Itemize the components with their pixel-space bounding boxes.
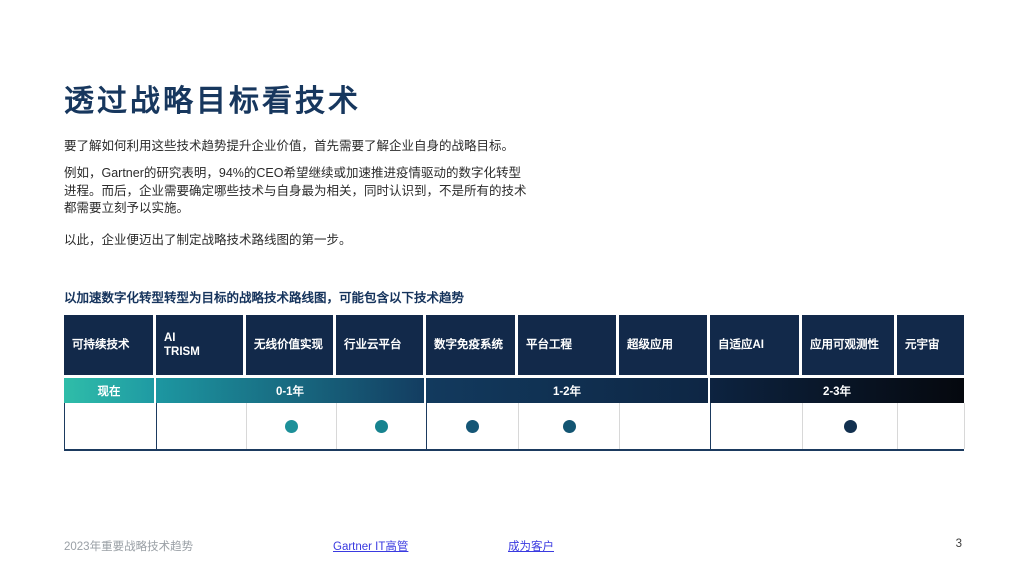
roadmap-column-label: 平台工程 [526,338,572,352]
page-number: 3 [956,538,962,550]
timeline-segment: 2-3年 [710,378,964,403]
intro-paragraph-3: 以此，企业便迈出了制定战略技术路线图的第一步。 [64,232,532,250]
roadmap-column-header: 自适应AI [710,315,802,375]
roadmap-cell [898,403,965,449]
roadmap-cell [620,403,711,449]
footer-link-become-client[interactable]: 成为客户 [508,538,554,554]
roadmap-column-label: 超级应用 [627,338,673,352]
roadmap-column-header: 数字免疫系统 [426,315,518,375]
footer-link-gartner-it[interactable]: Gartner IT高管 [333,538,408,554]
slide-page: { "page": { "title": "透过战略目标看技术", "parag… [0,0,1024,576]
roadmap-cell [65,403,157,449]
roadmap-title: 以加速数字化转型转型为目标的战略技术路线图，可能包含以下技术趋势 [64,287,964,306]
roadmap-cell [337,403,427,449]
roadmap-cell [427,403,519,449]
timeline-segment: 现在 [64,378,156,403]
roadmap-column-label: 数字免疫系统 [434,338,503,352]
roadmap-column-header: 无线价值实现 [246,315,336,375]
roadmap-column-header: 平台工程 [518,315,619,375]
intro-text-block: 要了解如何利用这些技术趋势提升企业价值，首先需要了解企业自身的战略目标。 例如，… [64,138,532,259]
roadmap-column-label: 自适应AI [718,338,764,352]
roadmap-column-header: 行业云平台 [336,315,426,375]
roadmap-column-header: 元宇宙 [897,315,964,375]
roadmap-column-header: AI TRISM [156,315,246,375]
roadmap-cell [803,403,898,449]
intro-paragraph-2: 例如，Gartner的研究表明，94%的CEO希望继续或加速推进疫情驱动的数字化… [64,165,532,218]
timeline-segment: 0-1年 [156,378,426,403]
timeline-segment: 1-2年 [426,378,710,403]
roadmap-section: 以加速数字化转型转型为目标的战略技术路线图，可能包含以下技术趋势 可持续技术 AI… [64,287,964,451]
roadmap-column-header: 可持续技术 [64,315,156,375]
trend-dot [375,420,388,433]
roadmap-cell [157,403,247,449]
roadmap-header-row: 可持续技术 AI TRISM 无线价值实现 行业云平台 数字免疫系统 平台工程 超级应用 自适… [64,315,964,375]
roadmap-cell [711,403,803,449]
footer-doc-title: 2023年重要战略技术趋势 [64,538,193,554]
roadmap-column-label: 可持续技术 [72,338,130,352]
trend-dot [285,420,298,433]
trend-dot [844,420,857,433]
roadmap-column-label: 元宇宙 [905,338,940,352]
roadmap-table: 可持续技术 AI TRISM 无线价值实现 行业云平台 数字免疫系统 平台工程 超级应用 自适… [64,315,964,451]
page-title: 透过战略目标看技术 [64,76,361,120]
trend-dot [466,420,479,433]
trend-dot [563,420,576,433]
intro-paragraph-1: 要了解如何利用这些技术趋势提升企业价值，首先需要了解企业自身的战略目标。 [64,138,532,156]
roadmap-column-label: 应用可观测性 [810,338,879,352]
roadmap-cell [519,403,620,449]
roadmap-column-label: 行业云平台 [344,338,402,352]
roadmap-column-label: AI TRISM [164,331,200,360]
roadmap-timeline-row: 现在0-1年1-2年2-3年 [64,378,964,403]
roadmap-column-label: 无线价值实现 [254,338,323,352]
roadmap-column-header: 应用可观测性 [802,315,897,375]
roadmap-column-header: 超级应用 [619,315,710,375]
roadmap-dots-row [64,403,964,451]
roadmap-cell [247,403,337,449]
